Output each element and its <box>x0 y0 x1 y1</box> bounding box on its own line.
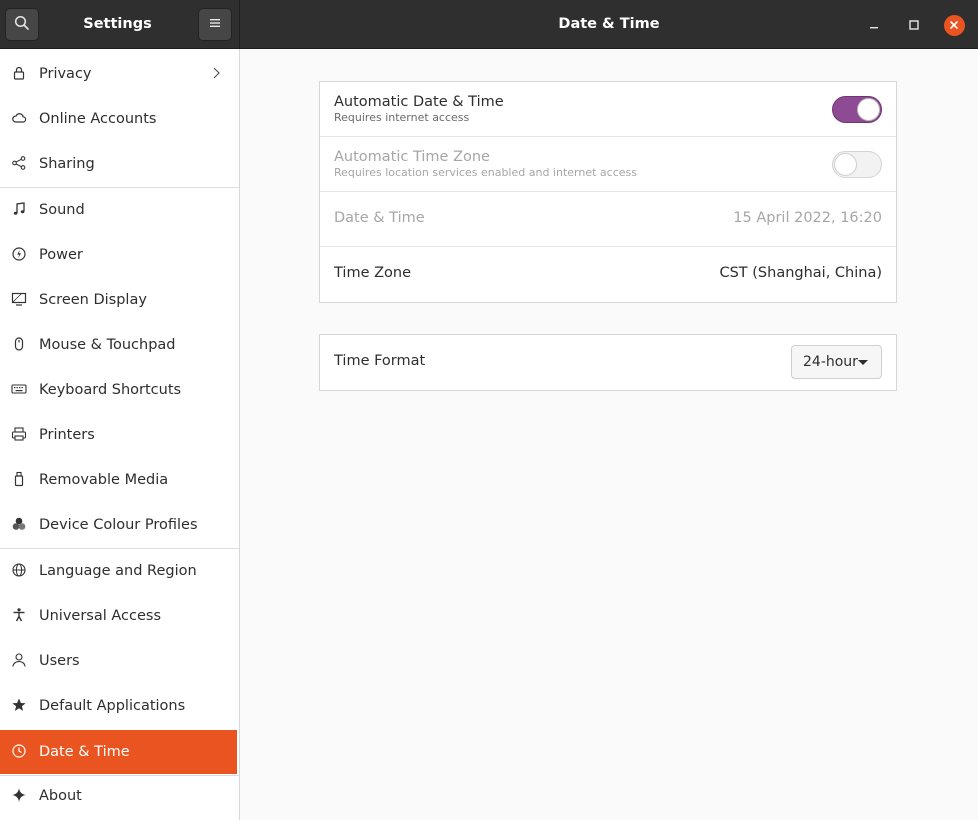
sidebar-item-date-time[interactable]: Date & Time <box>0 730 237 774</box>
main-menu-button[interactable] <box>198 8 232 41</box>
switch-knob <box>857 98 880 121</box>
sidebar-item-label: Default Applications <box>39 698 186 714</box>
search-button[interactable] <box>5 8 39 41</box>
mouse-icon <box>10 335 28 353</box>
automatic-date-time-label: Automatic Date & Time <box>334 94 504 110</box>
sidebar-item-label: Keyboard Shortcuts <box>39 382 182 398</box>
sidebar-item-device-colour-profiles[interactable]: Device Colour Profiles <box>0 503 239 547</box>
sidebar-title: Settings <box>83 16 152 32</box>
share-icon <box>10 154 28 172</box>
sidebar-item-privacy[interactable]: Privacy <box>0 52 239 96</box>
chevron-right-icon <box>211 65 221 85</box>
sidebar-item-label: Screen Display <box>39 292 147 308</box>
sidebar-item-label: Sharing <box>39 156 95 172</box>
automatic-time-zone-row: Automatic Time Zone Requires location se… <box>320 137 896 192</box>
sidebar-item-screen-display[interactable]: Screen Display <box>0 278 239 322</box>
sidebar-item-label: Online Accounts <box>39 111 157 127</box>
date-time-label: Date & Time <box>334 210 425 226</box>
close-icon <box>943 14 965 36</box>
automatic-time-zone-subtitle: Requires location services enabled and i… <box>334 166 637 179</box>
switch-knob <box>834 153 857 176</box>
color-profiles-icon <box>10 515 28 533</box>
date-time-settings-list: Automatic Date & Time Requires internet … <box>319 81 897 303</box>
time-format-list: Time Format 24-hour <box>319 334 897 391</box>
search-icon <box>14 15 30 35</box>
time-format-label: Time Format <box>334 353 426 369</box>
minimize-button[interactable] <box>862 13 886 37</box>
sidebar-item-about[interactable]: About <box>0 774 239 818</box>
sidebar-item-sharing[interactable]: Sharing <box>0 142 239 186</box>
sidebar-item-sound[interactable]: Sound <box>0 188 239 232</box>
sparkle-icon <box>10 786 28 804</box>
sidebar-item-printers[interactable]: Printers <box>0 413 239 457</box>
date-time-row: Date & Time 15 April 2022, 16:20 <box>320 192 896 247</box>
power-icon <box>10 245 28 263</box>
sidebar-item-label: Printers <box>39 427 95 443</box>
automatic-date-time-subtitle: Requires internet access <box>334 111 470 124</box>
hamburger-menu-icon <box>208 15 222 34</box>
maximize-icon <box>908 16 920 35</box>
time-format-row: Time Format 24-hour <box>320 335 896 390</box>
sidebar-item-language-and-region[interactable]: Language and Region <box>0 549 239 593</box>
star-icon <box>10 696 28 714</box>
sidebar-item-mouse-touchpad[interactable]: Mouse & Touchpad <box>0 323 239 367</box>
time-zone-value: CST (Shanghai, China) <box>719 265 882 281</box>
music-note-icon <box>10 200 28 218</box>
sidebar: Privacy Online Accounts Sharing Sound Po… <box>0 49 239 820</box>
close-button[interactable] <box>942 13 966 37</box>
sidebar-item-label: Mouse & Touchpad <box>39 337 176 353</box>
usb-drive-icon <box>10 470 28 488</box>
printer-icon <box>10 425 28 443</box>
sidebar-item-removable-media[interactable]: Removable Media <box>0 458 239 502</box>
sidebar-item-label: Device Colour Profiles <box>39 517 198 533</box>
sidebar-item-default-applications[interactable]: Default Applications <box>0 684 239 728</box>
time-format-dropdown[interactable]: 24-hour <box>791 345 882 379</box>
caret-down-icon <box>858 360 868 365</box>
sidebar-item-users[interactable]: Users <box>0 639 239 683</box>
globe-icon <box>10 561 28 579</box>
sidebar-item-label: Date & Time <box>39 744 130 760</box>
time-zone-row[interactable]: Time Zone CST (Shanghai, China) <box>320 247 896 302</box>
sidebar-item-label: Privacy <box>39 66 92 82</box>
time-format-selected: 24-hour <box>803 354 858 370</box>
user-icon <box>10 651 28 669</box>
keyboard-icon <box>10 380 28 398</box>
sidebar-item-label: Users <box>39 653 80 669</box>
date-time-panel: Automatic Date & Time Requires internet … <box>240 49 978 820</box>
sidebar-item-online-accounts[interactable]: Online Accounts <box>0 97 239 141</box>
lock-icon <box>10 64 28 82</box>
sidebar-item-label: Sound <box>39 202 85 218</box>
sidebar-item-label: Language and Region <box>39 563 197 579</box>
sidebar-item-label: Removable Media <box>39 472 169 488</box>
automatic-date-time-row[interactable]: Automatic Date & Time Requires internet … <box>320 82 896 137</box>
display-icon <box>10 290 28 308</box>
sidebar-item-label: About <box>39 788 82 804</box>
time-zone-label: Time Zone <box>334 265 412 281</box>
automatic-date-time-switch[interactable] <box>832 96 882 123</box>
sidebar-headerbar: Settings <box>0 0 239 49</box>
settings-window: Settings Date & Time Privacy Online Acco… <box>0 0 978 820</box>
sidebar-item-label: Universal Access <box>39 608 162 624</box>
automatic-time-zone-switch <box>832 151 882 178</box>
sidebar-item-label: Power <box>39 247 83 263</box>
cloud-icon <box>10 109 28 127</box>
minimize-icon <box>868 16 880 35</box>
maximize-button[interactable] <box>902 13 926 37</box>
sidebar-item-universal-access[interactable]: Universal Access <box>0 594 239 638</box>
clock-icon <box>10 742 28 760</box>
panel-headerbar: Date & Time <box>240 0 978 49</box>
sidebar-item-keyboard-shortcuts[interactable]: Keyboard Shortcuts <box>0 368 239 412</box>
sidebar-item-power[interactable]: Power <box>0 233 239 277</box>
accessibility-icon <box>10 606 28 624</box>
date-time-value: 15 April 2022, 16:20 <box>733 210 882 226</box>
automatic-time-zone-label: Automatic Time Zone <box>334 149 490 165</box>
